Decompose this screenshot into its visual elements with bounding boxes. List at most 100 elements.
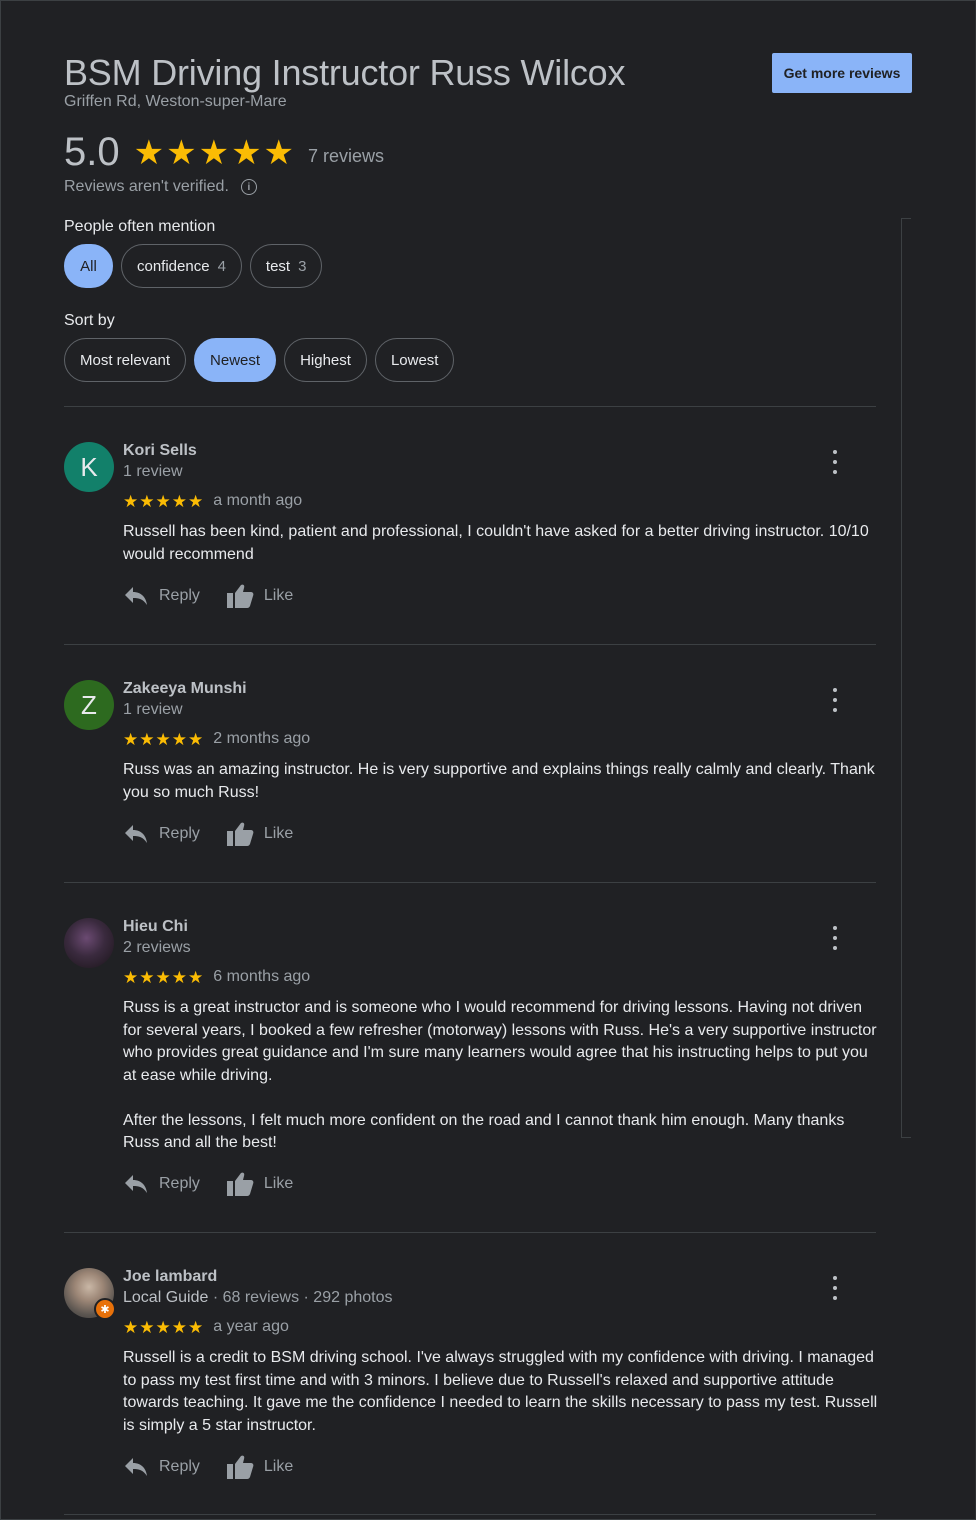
like-button[interactable]: Like [226, 1454, 293, 1480]
review-stars: ★ ★ ★ ★ ★ [123, 491, 204, 511]
review-text: Russ was an amazing instructor. He is ve… [123, 761, 875, 801]
reviewer-meta: 2 reviews [123, 939, 191, 956]
thumbs-up-icon [226, 584, 254, 608]
reviewer-name[interactable]: Zakeeya Munshi [123, 680, 247, 698]
chip-all[interactable]: All [64, 244, 113, 288]
rating-value: 5.0 [64, 130, 120, 174]
more-options-icon[interactable] [831, 926, 839, 950]
chip-count: 3 [298, 257, 307, 275]
local-guide-badge-icon: ✱ [94, 1298, 116, 1320]
reply-button[interactable]: Reply [123, 585, 200, 607]
review-time: a year ago [213, 1318, 289, 1335]
reply-icon [125, 1458, 147, 1476]
reply-icon [125, 1175, 147, 1193]
sort-most-relevant[interactable]: Most relevant [64, 338, 187, 382]
review-time: a month ago [213, 492, 303, 509]
avatar-photo[interactable] [64, 918, 114, 968]
reply-label: Reply [159, 1458, 200, 1475]
review-card: Hieu Chi 2 reviews ★ ★ ★ ★ ★ 6 months ago Ru… [64, 918, 877, 1208]
review-card: Z Zakeeya Munshi 1 review ★ ★ ★ ★ ★ 2 months… [64, 680, 876, 860]
like-button[interactable]: Like [226, 583, 293, 609]
review-stars: ★ ★ ★ ★ ★ [123, 1317, 204, 1337]
reply-label: Reply [159, 1175, 200, 1192]
get-more-reviews-button[interactable]: Get more reviews [772, 53, 912, 93]
reply-button[interactable]: Reply [123, 1173, 200, 1195]
review-actions: Reply Like [123, 1171, 319, 1197]
thumbs-up-icon [226, 1455, 254, 1479]
reviewer-meta: 1 review [123, 701, 183, 718]
like-label: Like [263, 825, 294, 842]
sort-label: Sort by [64, 312, 115, 329]
avatar[interactable]: Z [64, 680, 114, 730]
unverified-notice: Reviews aren't verified. i [64, 178, 257, 196]
chip-confidence[interactable]: confidence 4 [121, 244, 242, 288]
like-label: Like [263, 1175, 294, 1192]
chip-label: test [265, 257, 291, 275]
chip-label: All [80, 257, 97, 275]
chip-count: 4 [217, 257, 226, 275]
avatar[interactable]: K [64, 442, 114, 492]
reviewer-stats: · 68 reviews · 292 photos [208, 1289, 393, 1306]
reply-button[interactable]: Reply [123, 1456, 200, 1478]
info-icon[interactable]: i [240, 179, 257, 195]
rating-summary: 5.0 ★ ★ ★ ★ ★ 7 reviews [64, 130, 384, 175]
review-stars: ★ ★ ★ ★ ★ [123, 729, 204, 749]
reply-label: Reply [159, 587, 200, 604]
sort-newest[interactable]: Newest [194, 338, 277, 382]
reviewer-name[interactable]: Hieu Chi [123, 918, 188, 936]
review-rating: ★ ★ ★ ★ ★ a year ago [123, 1318, 289, 1336]
thumbs-up-icon [226, 1172, 254, 1196]
chip-test[interactable]: test 3 [249, 244, 323, 288]
divider [64, 1514, 876, 1515]
like-label: Like [263, 1458, 294, 1475]
review-text: Russell has been kind, patient and profe… [123, 523, 869, 563]
review-time: 2 months ago [213, 730, 311, 747]
review-card: ✱ Joe lambard Local Guide · 68 reviews ·… [64, 1268, 878, 1498]
star-icon: ★ [198, 133, 230, 172]
divider [64, 882, 876, 883]
like-label: Like [263, 587, 294, 604]
review-rating: ★ ★ ★ ★ ★ 6 months ago [123, 968, 310, 986]
rating-stars: ★ ★ ★ ★ ★ [134, 136, 294, 170]
review-actions: Reply Like [123, 1454, 319, 1480]
star-icon: ★ [231, 133, 262, 172]
more-options-icon[interactable] [831, 1276, 839, 1300]
sort-highest[interactable]: Highest [284, 338, 367, 382]
reply-button[interactable]: Reply [123, 823, 200, 845]
review-time: 6 months ago [213, 968, 311, 985]
more-options-icon[interactable] [831, 688, 839, 712]
page-title: BSM Driving Instructor Russ Wilcox [64, 52, 626, 93]
reply-icon [125, 825, 147, 843]
chip-label: confidence [137, 257, 210, 275]
review-rating: ★ ★ ★ ★ ★ a month ago [123, 492, 302, 510]
star-icon: ★ [166, 133, 197, 172]
reviewer-name[interactable]: Kori Sells [123, 442, 197, 460]
reviewer-name[interactable]: Joe lambard [123, 1268, 217, 1286]
thumbs-up-icon [226, 822, 254, 846]
sort-chips: Most relevant Newest Highest Lowest [64, 338, 455, 382]
sort-lowest[interactable]: Lowest [374, 338, 455, 382]
reply-icon [125, 587, 147, 605]
unverified-text: Reviews aren't verified. [64, 178, 229, 195]
review-text: Russell is a credit to BSM driving schoo… [123, 1349, 878, 1434]
scrollbar[interactable] [901, 218, 911, 1138]
divider [64, 1232, 876, 1233]
like-button[interactable]: Like [226, 1171, 293, 1197]
mentions-label: People often mention [64, 218, 216, 235]
reviewer-meta: Local Guide · 68 reviews · 292 photos [123, 1289, 392, 1307]
divider [64, 644, 876, 645]
review-card: K Kori Sells 1 review ★ ★ ★ ★ ★ a month ago … [64, 442, 876, 622]
local-guide-label: Local Guide [123, 1289, 209, 1306]
review-actions: Reply Like [123, 583, 319, 609]
reply-label: Reply [159, 825, 200, 842]
review-stars: ★ ★ ★ ★ ★ [123, 967, 204, 987]
like-button[interactable]: Like [226, 821, 293, 847]
review-count[interactable]: 7 reviews [308, 146, 384, 167]
review-rating: ★ ★ ★ ★ ★ 2 months ago [123, 730, 310, 748]
star-icon: ★ [263, 133, 295, 172]
more-options-icon[interactable] [831, 450, 839, 474]
reviewer-meta: 1 review [123, 463, 183, 480]
star-icon: ★ [133, 133, 165, 172]
business-address: Griffen Rd, Weston-super-Mare [64, 93, 287, 110]
divider [64, 406, 876, 407]
